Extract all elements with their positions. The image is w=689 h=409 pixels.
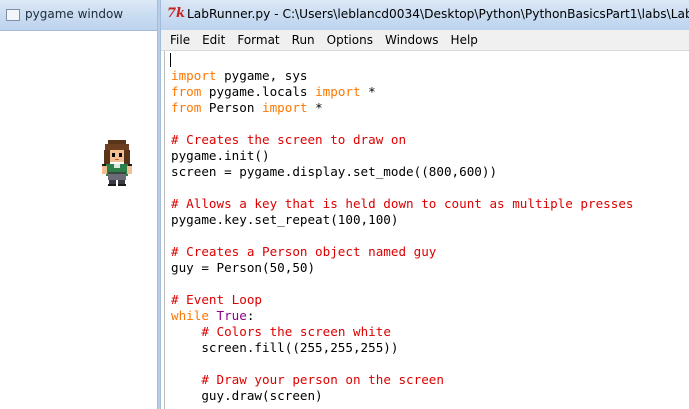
code-keyword: import	[171, 68, 217, 83]
code-text: Person	[201, 100, 263, 115]
menu-help[interactable]: Help	[445, 30, 484, 50]
code-line[interactable]: import pygame, sys	[171, 68, 634, 84]
code-keyword: while	[171, 308, 209, 323]
pygame-titlebar[interactable]: pygame window	[0, 0, 158, 31]
editor-window-title: LabRunner.py - C:\Users\leblancd0034\Des…	[187, 7, 689, 21]
menu-format[interactable]: Format	[231, 30, 285, 50]
code-line[interactable]: # Creates a Person object named guy	[171, 244, 634, 260]
pixel-person-sprite	[102, 140, 132, 186]
menu-windows[interactable]: Windows	[379, 30, 445, 50]
code-text: *	[307, 100, 323, 115]
code-text: guy = Person(50,50)	[171, 260, 316, 275]
code-line[interactable]	[171, 116, 634, 132]
code-line[interactable]	[171, 276, 634, 292]
code-comment: # Allows a key that is held down to coun…	[171, 196, 634, 211]
pygame-window[interactable]: pygame window	[0, 0, 158, 409]
pygame-window-title: pygame window	[25, 7, 124, 21]
code-line[interactable]: # Draw your person on the screen	[171, 372, 634, 388]
code-text: *	[360, 84, 376, 99]
code-keyword: import	[262, 100, 308, 115]
code-keyword: import	[315, 84, 361, 99]
menu-run[interactable]: Run	[286, 30, 321, 50]
code-keyword: from	[171, 100, 202, 115]
code-comment: # Colors the screen white	[201, 324, 391, 339]
code-line[interactable]: pygame.key.set_repeat(100,100)	[171, 212, 634, 228]
menu-file[interactable]: File	[161, 30, 196, 50]
code-text[interactable]: import pygame, sys from pygame.locals imp…	[171, 68, 634, 404]
code-editor[interactable]: import pygame, sys from pygame.locals imp…	[164, 51, 689, 409]
code-line[interactable]: # Allows a key that is held down to coun…	[171, 196, 634, 212]
code-text: pygame, sys	[216, 68, 308, 83]
pygame-canvas[interactable]	[0, 31, 157, 409]
code-line[interactable]: while True:	[171, 308, 634, 324]
code-comment: # Event Loop	[171, 292, 262, 307]
code-line[interactable]	[171, 180, 634, 196]
text-cursor	[170, 53, 171, 67]
code-line[interactable]: from pygame.locals import *	[171, 84, 634, 100]
editor-titlebar[interactable]: 7k LabRunner.py - C:\Users\leblancd0034\…	[161, 0, 689, 30]
tk-feather-icon: 7k	[167, 6, 186, 21]
code-text: pygame.init()	[171, 148, 270, 163]
code-line[interactable]: # Colors the screen white	[171, 324, 634, 340]
menu-edit[interactable]: Edit	[196, 30, 231, 50]
code-line[interactable]: # Event Loop	[171, 292, 634, 308]
code-line[interactable]: guy = Person(50,50)	[171, 260, 634, 276]
window-icon	[6, 9, 20, 21]
code-text: pygame.locals	[201, 84, 316, 99]
code-comment: # Draw your person on the screen	[201, 372, 444, 387]
code-line[interactable]: from Person import *	[171, 100, 634, 116]
code-text: screen = pygame.display.set_mode((800,60…	[171, 164, 498, 179]
code-line[interactable]	[171, 356, 634, 372]
code-line[interactable]: pygame.init()	[171, 148, 634, 164]
code-text: :	[246, 308, 255, 323]
code-text: screen.fill((255,255,255))	[171, 340, 399, 355]
code-text: guy.draw(screen)	[171, 388, 323, 403]
code-line[interactable]: # Creates the screen to draw on	[171, 132, 634, 148]
menu-options[interactable]: Options	[321, 30, 379, 50]
code-line[interactable]	[171, 228, 634, 244]
idle-editor-window[interactable]: 7k LabRunner.py - C:\Users\leblancd0034\…	[161, 0, 689, 409]
code-line[interactable]: guy.draw(screen)	[171, 388, 634, 404]
menu-bar: File Edit Format Run Options Windows Hel…	[161, 30, 689, 51]
code-builtin: True	[216, 308, 247, 323]
code-line[interactable]: screen = pygame.display.set_mode((800,60…	[171, 164, 634, 180]
code-keyword: from	[171, 84, 202, 99]
code-text: pygame.key.set_repeat(100,100)	[171, 212, 399, 227]
code-comment: # Creates a Person object named guy	[171, 244, 437, 259]
code-comment: # Creates the screen to draw on	[171, 132, 407, 147]
code-line[interactable]: screen.fill((255,255,255))	[171, 340, 634, 356]
